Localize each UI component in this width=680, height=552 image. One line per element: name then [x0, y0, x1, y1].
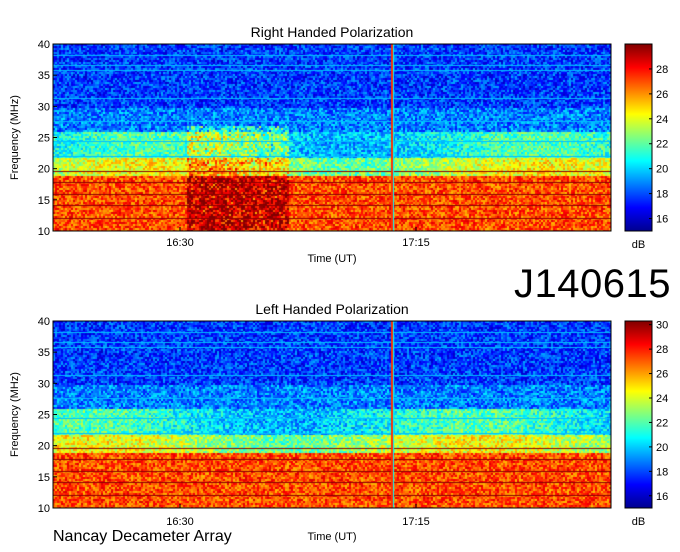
spectrogram-image [53, 44, 611, 231]
y-tick-label: 30 [38, 378, 50, 390]
colorbar-tick-label: 16 [656, 214, 668, 226]
colorbar-unit-label: dB [632, 239, 645, 251]
chart-title: Left Handed Polarization [255, 301, 408, 317]
y-axis-label: Frequency (MHz) [9, 95, 21, 180]
x-tick-label: 16:30 [166, 237, 194, 249]
colorbar-tick-label: 28 [656, 344, 668, 356]
colorbar-tick-label: 30 [656, 320, 668, 332]
colorbar-tick-label: 24 [656, 114, 668, 126]
colorbar-tick-label: 20 [656, 164, 668, 176]
observatory-label: Nancay Decameter Array [53, 528, 232, 545]
colorbar-tick-label: 26 [656, 89, 668, 101]
chart-title: Right Handed Polarization [251, 24, 414, 40]
x-axis-label: Time (UT) [307, 253, 356, 265]
colorbar-tick-label: 20 [656, 442, 668, 454]
colorbar-tick-label: 26 [656, 369, 668, 381]
event-id-label: J140615 [514, 262, 671, 306]
right-polarization-panel: Right Handed Polarization 10 15 20 25 30 35 40 1… [9, 24, 668, 265]
x-tick-label: 17:15 [402, 516, 430, 528]
y-tick-label: 25 [38, 410, 50, 422]
spectrogram-image [53, 321, 611, 508]
y-tick-label: 10 [38, 503, 50, 515]
left-polarization-panel: Left Handed Polarization 10 15 20 25 30 35 40 16… [9, 301, 668, 543]
x-tick-label: 16:30 [166, 516, 194, 528]
colorbar-tick-label: 18 [656, 466, 668, 478]
y-tick-label: 20 [38, 441, 50, 453]
y-tick-label: 30 [38, 101, 50, 113]
colorbar-tick-label: 28 [656, 64, 668, 76]
colorbar [624, 320, 653, 509]
colorbar-tick-label: 22 [656, 139, 668, 151]
colorbar-tick-label: 24 [656, 393, 668, 405]
y-tick-label: 40 [38, 39, 50, 51]
colorbar-tick-label: 16 [656, 491, 668, 503]
y-tick-label: 35 [38, 70, 50, 82]
colorbar-tick-label: 18 [656, 189, 668, 201]
y-tick-label: 15 [38, 195, 50, 207]
y-tick-label: 20 [38, 164, 50, 176]
y-tick-label: 15 [38, 472, 50, 484]
y-tick-label: 35 [38, 347, 50, 359]
y-tick-label: 40 [38, 316, 50, 328]
y-axis-label: Frequency (MHz) [9, 372, 21, 457]
x-tick-label: 17:15 [402, 237, 430, 249]
x-axis-label: Time (UT) [307, 531, 356, 543]
colorbar-unit-label: dB [632, 516, 645, 528]
colorbar-tick-label: 22 [656, 417, 668, 429]
y-tick-label: 10 [38, 226, 50, 238]
colorbar [624, 43, 653, 232]
y-tick-label: 25 [38, 133, 50, 145]
